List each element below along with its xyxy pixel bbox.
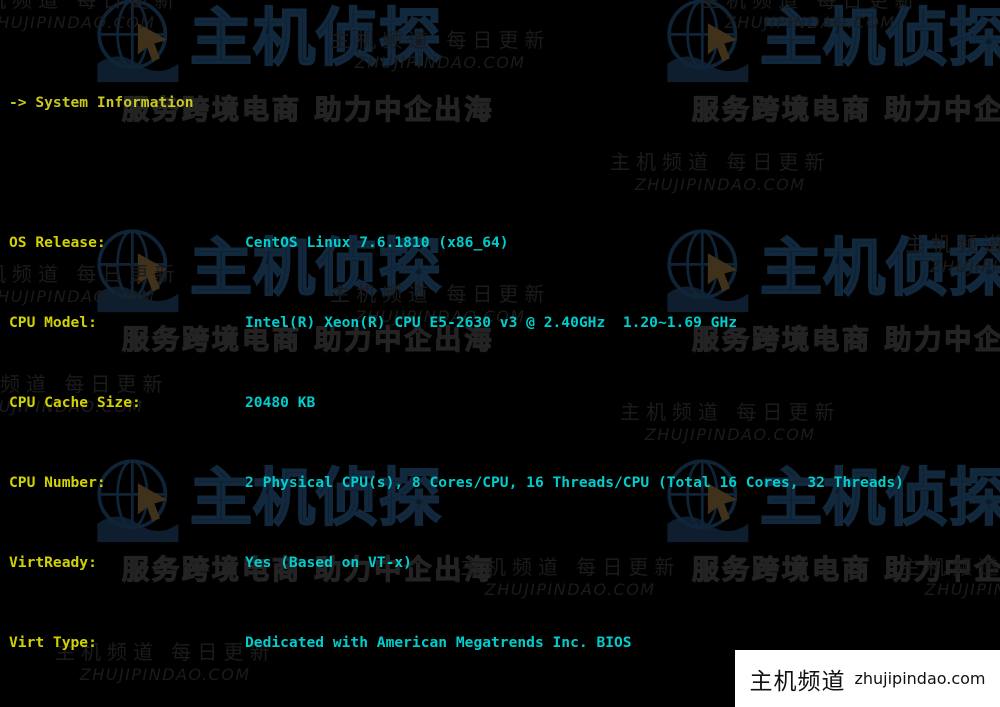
info-row-cpu-number: CPU Number: 2 Physical CPU(s), 8 Cores/CP…	[9, 473, 904, 493]
info-row-cpu-cache-size: CPU Cache Size: 20480 KB	[9, 393, 904, 413]
row-value-extra: 1.20~1.69 GHz	[622, 314, 738, 331]
terminal-output: -> System Information OS Release: CentOS …	[9, 13, 904, 707]
row-key: CPU Model:	[9, 314, 97, 331]
site-watermark-badge: 主机频道 zhujipindao.com	[735, 650, 1000, 707]
row-key: CPU Number:	[9, 474, 106, 491]
watermark-tile-cn: 主机频道 每日更新	[0, 0, 181, 12]
watermark-tile-url: ZHUJIPINDAO.COM	[924, 580, 1000, 599]
watermark-tile-cn: 主机频道 每日更新	[905, 232, 1000, 256]
watermark-tile-cn: 主机频道 每日更新	[900, 555, 1000, 579]
info-row-cpu-model: CPU Model: Intel(R) Xeon(R) CPU E5-2630 v…	[9, 313, 904, 333]
row-value-spacer	[605, 314, 623, 331]
badge-brand-name: 主机频道	[749, 668, 846, 695]
section-heading-system: -> System Information	[9, 94, 194, 111]
info-row-os-release: OS Release: CentOS Linux 7.6.1810 (x86_64…	[9, 233, 904, 253]
terminal-window: 主机侦探 主机侦探 主机侦探 主机侦探 主机侦探 主机侦探 服务跨境电商 助力中…	[0, 0, 1000, 707]
row-value: 2 Physical CPU(s), 8 Cores/CPU, 16 Threa…	[245, 474, 904, 491]
watermark-tile-cn: 主机频道 每日更新	[700, 0, 921, 12]
row-key: CPU Cache Size:	[9, 394, 141, 411]
watermark-tile: 主机频道 每日更新 ZHUJIPINDAO.COM	[900, 555, 1000, 600]
row-value: Yes (Based on VT-x)	[245, 554, 412, 571]
row-value: 20480 KB	[245, 394, 316, 411]
row-key: OS Release:	[9, 234, 106, 251]
row-value: Dedicated with American Megatrends Inc. …	[245, 634, 632, 651]
row-value: Intel(R) Xeon(R) CPU E5-2630 v3 @ 2.40GH…	[245, 314, 606, 331]
watermark-tile: 主机频道 每日更新 ZHUJIPINDAO.COM	[905, 232, 1000, 277]
info-row-virtready: VirtReady: Yes (Based on VT-x)	[9, 553, 904, 573]
watermark-tile-url: ZHUJIPINDAO.COM	[929, 257, 1000, 276]
badge-url: zhujipindao.com	[854, 669, 986, 688]
row-key: Virt Type:	[9, 634, 97, 651]
row-key: VirtReady:	[9, 554, 97, 571]
row-value: CentOS Linux 7.6.1810 (x86_64)	[245, 234, 509, 251]
